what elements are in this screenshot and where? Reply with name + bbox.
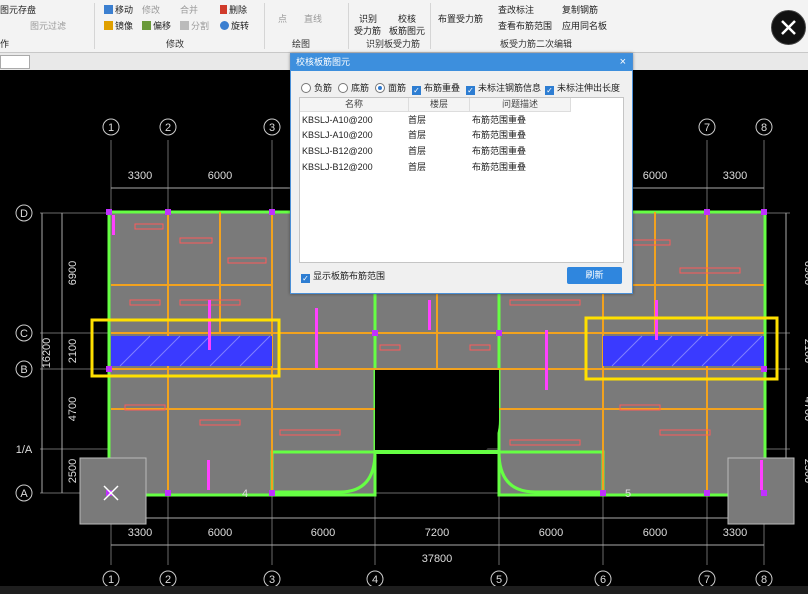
column-header-name[interactable]: 名称 [300,98,409,112]
right-dim: 2100 [802,339,808,363]
bottom-axis-label: 6 [600,574,606,586]
split-icon [180,21,189,30]
check-unlabeled-length[interactable]: ✓ 未标注伸出长度 [545,81,620,95]
offset-button[interactable]: 偏移 [142,19,171,32]
view-range-button[interactable]: 查看布筋范围 [498,19,552,32]
ribbon-toolbar: 图元存盘 图元过滤 作 移动 修改 合并 删除 镜像 偏移 分割 旋转 修改 点… [0,0,808,53]
bottom-axis-label: 5 [496,574,502,586]
bottom-axis-label: 7 [704,574,710,586]
left-axis-label: A [20,488,28,500]
right-dim: 6900 [802,261,808,285]
bottom-dim: 3300 [128,527,152,539]
dialog-title: 校核板筋图元 [296,57,351,67]
status-strip [0,586,808,594]
mirror-button[interactable]: 镜像 [104,19,133,32]
radio-top-rebar[interactable]: 面筋 [375,81,406,94]
ribbon-left-item[interactable]: 图元过滤 [30,19,66,32]
column-header-floor[interactable]: 楼层 [409,98,470,112]
table-row[interactable]: KBSLJ-A10@200 首层 布筋范围重叠 [300,128,623,143]
bottom-axis-label: 8 [761,574,767,586]
copy-rebar-button[interactable]: 复制钢筋 [562,3,598,16]
top-dim: 6000 [643,170,667,182]
total-width-dim: 37800 [422,553,453,565]
bottom-dim: 3300 [723,527,747,539]
ribbon-left-item[interactable]: 作 [0,37,9,50]
bottom-axis-label: 2 [165,574,171,586]
delete-button[interactable]: 删除 [220,3,247,16]
rotate-icon [220,21,229,30]
left-axis-label: C [20,328,28,340]
ribbon-left-item[interactable]: 图元存盘 [0,3,36,16]
floor-combo[interactable] [0,55,30,69]
radio-bottom-rebar[interactable]: 底筋 [338,81,369,94]
check-overlap[interactable]: ✓ 布筋重叠 [412,81,460,95]
point-tool[interactable]: 点 [278,12,287,25]
top-axis-label: 1 [108,122,114,134]
offset-icon [142,21,151,30]
top-dim: 3300 [723,170,747,182]
identify-rebar-sub: 受力筋 [354,26,382,36]
table-row[interactable]: KBSLJ-A10@200 首层 布筋范围重叠 [300,113,623,128]
left-axis-label: 1/A [16,444,33,456]
left-axis-label: D [20,208,28,220]
bottom-axis-label: 4 [372,574,378,586]
delete-icon [220,5,227,14]
draw-group-label: 绘图 [292,39,311,49]
top-axis-label: 2 [165,122,171,134]
check-unlabeled-info[interactable]: ✓ 未标注钢筋信息 [466,81,541,95]
top-axis-label: 7 [704,122,710,134]
marker-label: 5 [625,488,631,500]
identify-group-label: 识别板受力筋 [366,39,421,49]
move-button[interactable]: 移动 [104,3,133,16]
bottom-dim: 6000 [539,527,563,539]
bottom-dim: 6000 [208,527,232,539]
column-header-issue[interactable]: 问题描述 [470,98,571,112]
secondary-group-label: 板受力筋二次编辑 [500,39,573,49]
bottom-dim: 7200 [425,527,449,539]
layout-rebar-button[interactable]: 布置受力筋 [438,12,483,25]
total-height-dim: 16200 [41,338,53,369]
right-dim: 2500 [802,459,808,483]
bottom-dim: 6000 [643,527,667,539]
left-dim: 6900 [67,261,79,285]
dialog-title-bar[interactable]: 校核板筋图元 × [291,54,632,71]
modify-group-label: 修改 [166,39,185,49]
mirror-icon [104,21,113,30]
left-axis-label: B [20,364,27,376]
left-dim: 2500 [67,459,79,483]
split-button[interactable]: 分割 [180,19,209,32]
top-dim: 3300 [128,170,152,182]
show-range-checkbox[interactable]: ✓ 显示板筋布筋范围 [301,269,385,283]
apply-same-button[interactable]: 应用同名板 [562,19,607,32]
dialog-close-icon[interactable]: × [620,54,626,71]
top-axis-label: 3 [269,122,275,134]
table-row[interactable]: KBSLJ-B12@200 首层 布筋范围重叠 [300,144,623,159]
radio-negative-rebar[interactable]: 负筋 [301,81,332,94]
modify-button[interactable]: 修改 [142,3,160,16]
top-dim: 6000 [208,170,232,182]
query-label-button[interactable]: 查改标注 [498,3,534,16]
line-tool[interactable]: 直线 [304,12,322,25]
bottom-axis-label: 1 [108,574,114,586]
bottom-dim: 6000 [311,527,335,539]
issue-table: 名称 楼层 问题描述 KBSLJ-A10@200 首层 布筋范围重叠 KBSLJ-A… [299,97,624,263]
rotate-button[interactable]: 旋转 [220,19,249,32]
marker-label: 4 [242,488,248,500]
close-icon[interactable] [771,10,806,45]
check-rebar-dialog: 校核板筋图元 × 负筋 底筋 面筋 ✓ 布筋重叠 ✓ 未标注钢筋信息 ✓ 未标注伸出长… [290,53,633,294]
top-axis-label: 8 [761,122,767,134]
move-icon [104,5,113,14]
right-dim: 4700 [802,397,808,421]
table-row[interactable]: KBSLJ-B12@200 首层 布筋范围重叠 [300,160,623,175]
left-dim: 2100 [67,339,79,363]
merge-button[interactable]: 合并 [180,3,198,16]
left-dim: 4700 [67,397,79,421]
check-rebar-sub: 板筋图元 [389,26,426,36]
bottom-axis-label: 3 [269,574,275,586]
refresh-button[interactable]: 刷新 [567,267,622,284]
